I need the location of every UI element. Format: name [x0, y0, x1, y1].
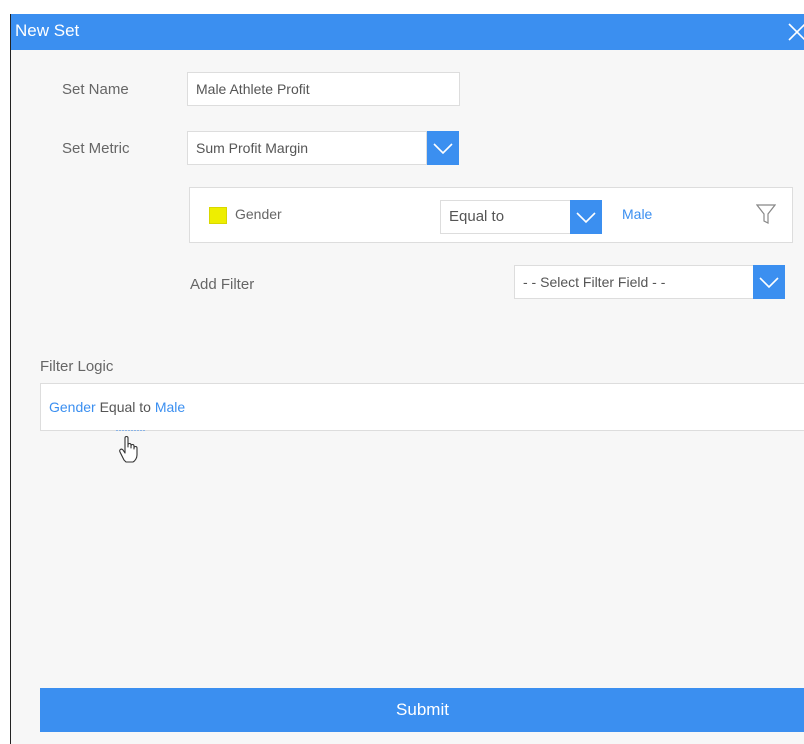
dialog-titlebar: New Set [11, 14, 804, 50]
filter-logic-field[interactable]: Gender [49, 399, 96, 415]
close-icon[interactable] [785, 18, 804, 46]
filter-row: Gender Equal to Male [189, 187, 793, 243]
filter-value[interactable]: Male [622, 206, 652, 222]
chevron-down-icon [576, 212, 596, 224]
filter-operator-dropdown-button[interactable] [570, 200, 602, 234]
submit-button[interactable]: Submit [40, 688, 804, 732]
dialog-title: New Set [15, 21, 80, 40]
set-metric-label: Set Metric [62, 140, 130, 157]
set-metric-select[interactable]: Sum Profit Margin [187, 131, 427, 165]
new-set-dialog: New Set Set Name Male Athlete Profit Set… [10, 14, 804, 744]
set-name-label: Set Name [62, 81, 129, 98]
filter-logic-value[interactable]: Male [155, 399, 185, 415]
filter-logic-label: Filter Logic [40, 358, 114, 375]
color-swatch[interactable] [209, 207, 227, 224]
chevron-down-icon [759, 277, 779, 289]
add-filter-label: Add Filter [190, 276, 255, 293]
filter-logic-input[interactable]: Gender Equal to Male [40, 383, 804, 431]
filter-logic-operator: Equal to [99, 399, 151, 415]
set-name-input[interactable]: Male Athlete Profit [187, 72, 460, 106]
funnel-icon[interactable] [755, 203, 777, 230]
filter-operator-select[interactable]: Equal to [440, 200, 572, 234]
set-metric-dropdown-button[interactable] [427, 131, 459, 165]
add-filter-select[interactable]: - - Select Filter Field - - [514, 265, 754, 299]
chevron-down-icon [433, 143, 453, 155]
hand-pointer-icon [113, 429, 147, 471]
filter-field-name: Gender [235, 206, 282, 222]
add-filter-dropdown-button[interactable] [753, 265, 785, 299]
